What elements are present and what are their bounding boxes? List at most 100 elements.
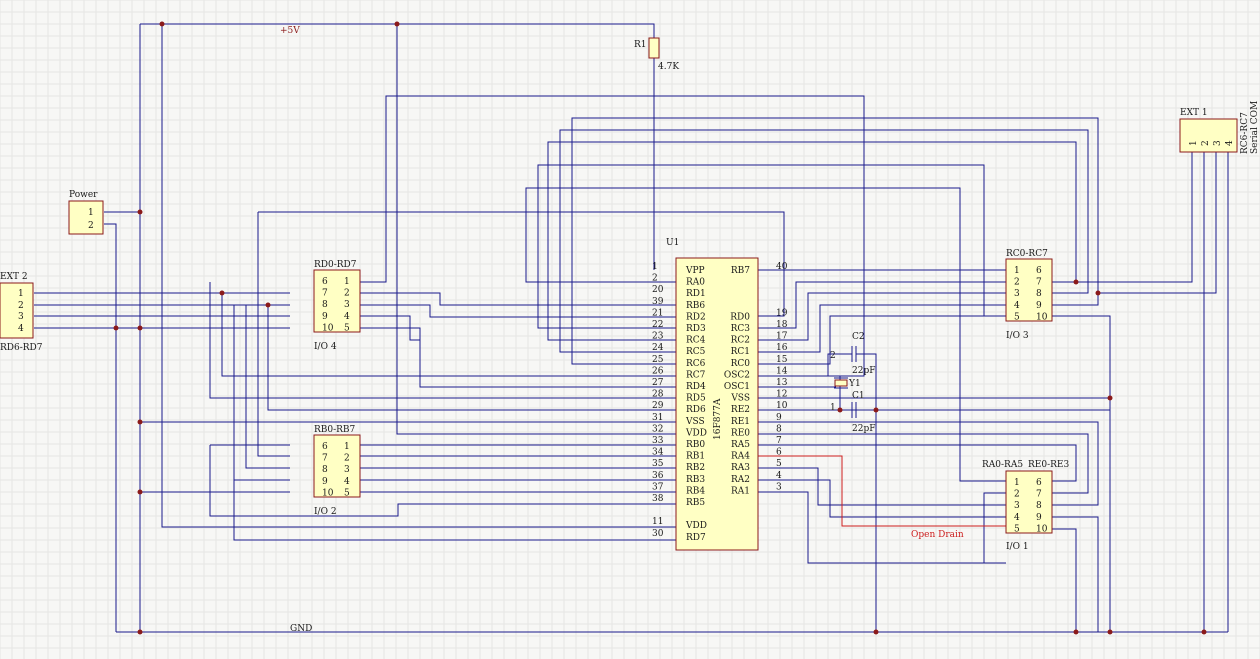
io1-title-a: RA0-RA5 [982,460,1023,470]
ext1-w1 [1050,152,1193,283]
u1-pin-name: OSC2 [724,370,750,380]
io2-pin-right: 2 [344,454,350,464]
io1-pin-left: 2 [1014,490,1020,500]
junction [1201,629,1207,635]
r1-designator: R1 [634,40,647,50]
io1-pin-right: 8 [1036,501,1042,511]
io4-pin-left: 9 [322,312,328,322]
u1-pin-name: RC5 [686,347,706,357]
junction [1107,629,1113,635]
header-io2[interactable]: RB0-RB7 6 78 910 1 23 45 I/O 2 [313,425,361,517]
u1-pin-name: VSS [730,394,750,404]
u1-pin-name: RA3 [731,463,750,473]
u1-pin-name: RC6 [686,359,706,369]
resistor-r1[interactable]: R1 4.7K [634,37,679,72]
c1-value: 22pF [852,424,875,434]
io3-pin-right: 7 [1036,278,1042,288]
ext2-caption: RD6-RD7 [0,343,43,353]
junction [113,325,119,331]
r1-body [648,37,660,59]
u1-pin-number: 14 [776,366,788,376]
u1-pin-number: 29 [652,401,664,411]
io2-pin-left: 6 [322,442,328,452]
u1-pin-name: RB7 [731,266,750,276]
u1-pin-number: 40 [776,262,788,272]
io3-pin-left: 2 [1014,278,1020,288]
u1-pin-name: RA4 [731,452,750,462]
u1-pin-name: RA2 [731,475,750,485]
u1-pin-name: RD6 [686,405,706,415]
io3-pin-left: 5 [1014,312,1020,322]
junction [137,325,143,331]
ra3-wire [756,467,1006,506]
ext2-pin: 4 [18,324,24,334]
junction [137,209,143,215]
u1-pin-name: RB4 [686,486,705,496]
io4-pin-left: 7 [322,289,328,299]
junction [873,407,879,413]
y1-pin1: 1 [830,403,836,413]
io2-body [313,434,361,498]
io1-pin-left: 4 [1014,513,1020,523]
u1-pin-name: RA1 [731,486,750,496]
io4-caption: I/O 4 [314,342,337,352]
io1-pin-right: 6 [1036,478,1042,488]
u1-pin-number: 2 [652,274,658,284]
io4-pin-right: 5 [344,323,350,333]
u1-pin-number: 17 [776,332,788,342]
u1-pin-name: RC7 [686,370,706,380]
u1-pin-name: RC4 [686,336,706,346]
header-io4[interactable]: RD0-RD7 6 78 910 1 23 45 I/O 4 [313,260,361,352]
u1-pin-number: 18 [776,320,788,330]
u1-pin-number: 16 [776,343,788,353]
io1-pin-left: 5 [1014,524,1020,534]
u1-pin-name: RB1 [686,452,705,462]
u1-pin-name: RB2 [686,463,705,473]
io4-body [313,269,361,333]
u1-pin-name: VDD [685,521,707,531]
ext1-pin: 4 [1225,140,1235,146]
u1-pin-name: RC2 [731,336,750,346]
u1-pin-number: 6 [776,448,782,458]
io3-pin-left: 1 [1014,266,1020,276]
io3-pin-left: 3 [1014,289,1020,299]
header-io3[interactable]: RC0-RC7 1 23 45 6 78 910 I/O 3 [1005,249,1053,341]
open-drain-label: Open Drain [911,530,964,540]
ra-gnd [1050,516,1099,632]
u1-pin-name: RD2 [686,312,706,322]
u1-pin-name: RE2 [731,405,750,415]
u1-pin-number: 1 [652,262,658,272]
io3-pin-right: 8 [1036,289,1042,299]
ext1-pin: 1 [1189,140,1199,146]
junction [219,290,225,296]
junction [837,407,843,413]
ext2-title: EXT 2 [0,272,28,282]
u1-pin-number: 28 [652,390,664,400]
u1-pin-name: RD3 [686,324,706,334]
io4-pin-right: 1 [344,277,350,287]
u1-pin-name: RD5 [686,394,706,404]
io4-pin-left: 6 [322,277,328,287]
u1-pin-name: RA0 [686,278,705,288]
y1-designator: Y1 [848,379,861,389]
u1-pin-name: RD1 [686,289,706,299]
io1-pin-left: 3 [1014,501,1020,511]
io3-pin-right: 6 [1036,266,1042,276]
junction [1107,395,1113,401]
junction [1073,629,1079,635]
u1-pin-number: 36 [652,471,664,481]
u1-pin-number: 35 [652,459,664,469]
io2-pin-left: 8 [322,465,328,475]
u1-pin-name: RC3 [731,324,751,334]
io2-title: RB0-RB7 [314,425,356,435]
power-title: Power [69,190,98,200]
u1-pin-number: 30 [652,529,664,539]
u1-pin-name: RE1 [731,417,750,427]
u1-pin-number: 12 [776,390,787,400]
wires [34,23,1229,633]
io3-pin-right: 9 [1036,301,1042,311]
io1-caption: I/O 1 [1006,542,1029,552]
u1-designator: U1 [666,238,679,248]
u1-pin-number: 27 [652,378,664,388]
power-connector[interactable]: Power 1 2 [68,190,104,235]
